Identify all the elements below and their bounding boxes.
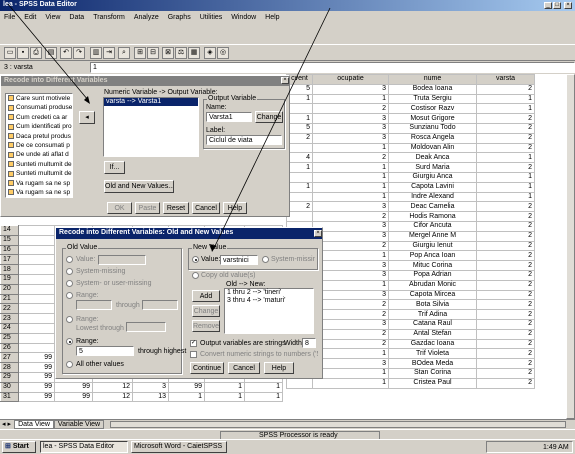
arrow-line-1 bbox=[7, 3, 89, 101]
annotation-arrows bbox=[7, 3, 331, 252]
arrow-line-2 bbox=[213, 7, 331, 249]
arrow-head-1 bbox=[84, 96, 90, 104]
